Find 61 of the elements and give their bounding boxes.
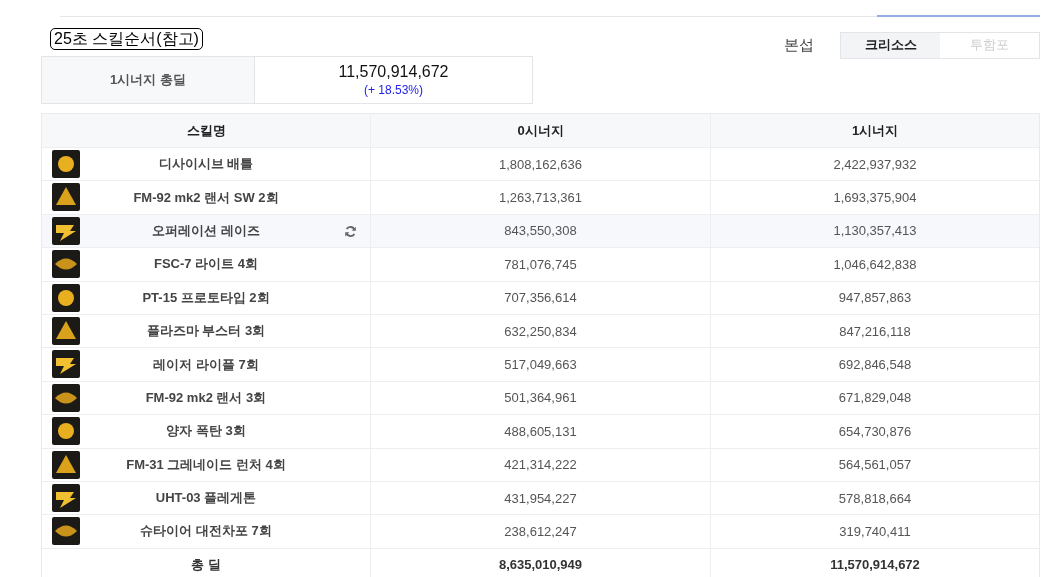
skill-icon bbox=[52, 216, 80, 245]
total-cell: 8,635,010,949 bbox=[371, 548, 711, 577]
skill-name: 플라즈마 부스터 3회 bbox=[146, 322, 266, 341]
table-cell-text: 692,846,548 bbox=[837, 356, 913, 375]
table-cell: 238,612,247 bbox=[371, 515, 711, 548]
skill-name: PT-15 프로토타입 2회 bbox=[142, 288, 270, 307]
summary-label: 1시너지 총딜 bbox=[42, 57, 255, 103]
table-cell: 781,076,745 bbox=[371, 248, 711, 281]
summary-value: 11,570,914,672 bbox=[338, 63, 449, 81]
skill-icon bbox=[52, 450, 80, 479]
table-cell: 421,314,222 bbox=[371, 448, 711, 481]
table-cell-text: 2,422,937,932 bbox=[832, 155, 918, 174]
option-label: 본섭 bbox=[784, 35, 814, 55]
skill-name: 레이저 라이플 7회 bbox=[153, 355, 259, 374]
table-cell-text: 1,693,375,904 bbox=[832, 189, 918, 208]
skill-icon bbox=[52, 183, 80, 212]
skill-icon bbox=[52, 283, 80, 312]
table-cell-text: 947,857,863 bbox=[837, 289, 913, 308]
table-cell-text: 578,818,664 bbox=[837, 489, 913, 508]
skill-icon bbox=[52, 483, 80, 512]
skill-icon bbox=[52, 383, 80, 412]
table-cell: 517,049,663 bbox=[371, 348, 711, 381]
table-cell-text: 319,740,411 bbox=[838, 523, 912, 541]
table-cell: 843,550,308 bbox=[371, 214, 711, 248]
table-cell-text: 1,046,642,838 bbox=[832, 255, 918, 274]
refresh-icon[interactable] bbox=[344, 224, 357, 238]
table-cell: 707,356,614 bbox=[371, 281, 711, 314]
skill-name: FM-92 mk2 랜서 SW 2회 bbox=[133, 188, 279, 207]
total-label: 총 딜 bbox=[42, 548, 371, 577]
table-cell-text: 654,730,876 bbox=[837, 422, 913, 441]
table-cell-text: 1,130,357,413 bbox=[832, 222, 918, 241]
table-cell: 1,808,162,636 bbox=[371, 148, 711, 181]
table-cell: 431,954,227 bbox=[371, 481, 711, 515]
skill-icon bbox=[52, 316, 80, 345]
table-cell-text: 671,829,048 bbox=[837, 389, 913, 408]
skill-name: UHT-03 플레게톤 bbox=[155, 489, 257, 508]
skill-name: 슈타이어 대전차포 7회 bbox=[140, 522, 272, 541]
column-header: 0시너지 bbox=[371, 114, 711, 147]
skill-name: 오퍼레이션 레이즈 bbox=[152, 221, 260, 240]
skill-name: 양자 폭탄 3회 bbox=[166, 422, 246, 441]
skill-name: FM-92 mk2 랜서 3회 bbox=[145, 388, 267, 407]
table-cell: 632,250,834 bbox=[371, 314, 711, 348]
summary-delta: (+ 18.53%) bbox=[363, 83, 423, 97]
table-cell: 1,263,713,361 bbox=[371, 181, 711, 214]
column-header: 스킬명 bbox=[42, 114, 371, 147]
skill-icon bbox=[52, 350, 80, 379]
skill-name: FSC-7 라이트 4회 bbox=[154, 255, 258, 274]
section-title: 25초 스킬순서(참고) bbox=[50, 28, 203, 50]
skill-name: FM-31 그레네이드 런처 4회 bbox=[126, 455, 286, 474]
skill-icon bbox=[52, 417, 80, 446]
skill-icon bbox=[52, 150, 80, 178]
table-cell: 488,605,131 bbox=[371, 415, 711, 448]
skill-icon bbox=[52, 517, 80, 546]
column-header: 1시너지 bbox=[850, 121, 900, 140]
total-cell-text: 11,570,914,672 bbox=[829, 556, 921, 575]
table-cell-text: 564,561,057 bbox=[837, 456, 913, 475]
segment-button[interactable]: 크리소스 bbox=[841, 32, 940, 58]
skill-name: 디사이시브 배틀 bbox=[158, 155, 254, 174]
table-cell-text: 847,216,118 bbox=[838, 322, 912, 341]
table-cell: 501,364,961 bbox=[371, 381, 711, 415]
skill-icon bbox=[52, 250, 80, 279]
